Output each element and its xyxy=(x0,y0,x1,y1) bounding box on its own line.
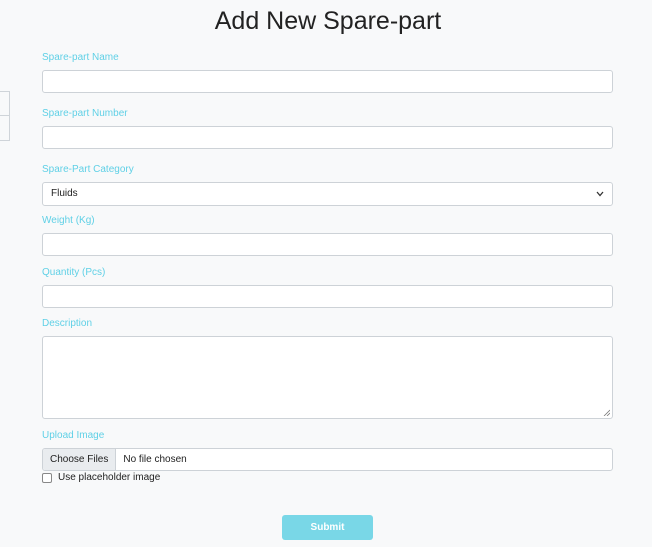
weight-input[interactable] xyxy=(42,233,613,256)
choose-files-button[interactable]: Choose Files xyxy=(43,449,117,470)
quantity-label: Quantity (Pcs) xyxy=(42,267,106,278)
side-tab-1[interactable] xyxy=(0,91,10,117)
placeholder-image-checkbox[interactable] xyxy=(42,472,52,483)
category-selected-value: Fluids xyxy=(51,188,78,199)
spare-part-category-select[interactable]: Fluids xyxy=(42,182,613,206)
resize-grip-icon[interactable] xyxy=(603,409,610,416)
chevron-down-icon xyxy=(596,191,604,197)
spare-part-number-input[interactable] xyxy=(42,126,613,149)
spare-part-name-label: Spare-part Name xyxy=(42,52,119,63)
file-status: No file chosen xyxy=(123,454,187,465)
file-input[interactable]: Choose Files No file chosen xyxy=(42,448,613,471)
upload-image-field: Upload Image Choose Files No file chosen xyxy=(42,430,613,471)
spare-part-number-label: Spare-part Number xyxy=(42,108,128,119)
description-textarea[interactable] xyxy=(42,336,613,419)
upload-image-label: Upload Image xyxy=(42,430,105,441)
description-label: Description xyxy=(42,318,93,329)
description-field: Description xyxy=(42,318,613,419)
submit-button[interactable]: Submit xyxy=(282,515,373,540)
spare-part-category-label: Spare-Part Category xyxy=(42,164,134,175)
weight-field: Weight (Kg) xyxy=(42,215,613,256)
placeholder-image-option[interactable]: Use placeholder image xyxy=(42,472,160,483)
page-title: Add New Spare-part xyxy=(214,7,442,35)
spare-part-number-field: Spare-part Number xyxy=(42,108,613,149)
placeholder-image-label[interactable]: Use placeholder image xyxy=(58,472,160,483)
spare-part-category-field: Spare-Part Category Fluids xyxy=(42,164,613,206)
quantity-input[interactable] xyxy=(42,285,613,308)
spare-part-name-input[interactable] xyxy=(42,70,613,93)
side-tab-2[interactable] xyxy=(0,115,10,141)
spare-part-name-field: Spare-part Name xyxy=(42,52,613,93)
quantity-field: Quantity (Pcs) xyxy=(42,267,613,308)
weight-label: Weight (Kg) xyxy=(42,215,95,226)
